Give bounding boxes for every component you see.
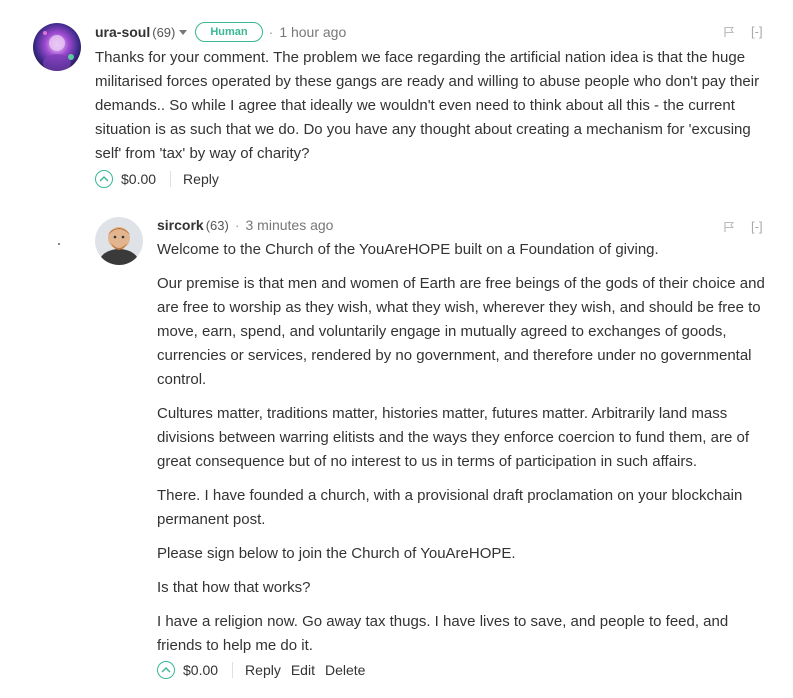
reply-link[interactable]: Reply <box>245 662 281 678</box>
separator-dot: · <box>268 24 274 40</box>
comment-body: Thanks for your comment. The problem we … <box>95 46 775 176</box>
comment-tools: [-] <box>723 24 763 39</box>
comment-paragraph: Welcome to the Church of the YouAreHOPE … <box>157 241 659 258</box>
comment-meta: ura-soul (69) Human · 1 hour ago <box>95 22 346 42</box>
payout-value[interactable]: $0.00 <box>183 662 218 678</box>
avatar[interactable] <box>95 217 143 265</box>
human-badge: Human <box>195 22 263 42</box>
comment-footer: $0.00 Reply Edit Delete <box>157 661 375 679</box>
comment-ura-soul: ura-soul (69) Human · 1 hour ago [-] Tha… <box>0 0 793 200</box>
divider <box>232 662 234 678</box>
reputation: (69) <box>152 24 176 40</box>
comment-paragraph: Cultures matter, traditions matter, hist… <box>157 405 749 470</box>
collapse-toggle[interactable]: [-] <box>751 219 763 234</box>
comment-paragraph: There. I have founded a church, with a p… <box>157 487 743 528</box>
separator-dot: · <box>234 217 240 233</box>
comment-paragraph: Our premise is that men and women of Ear… <box>157 275 765 388</box>
reply-link[interactable]: Reply <box>183 171 219 187</box>
divider <box>170 171 172 187</box>
comment-paragraph: Please sign below to join the Church of … <box>157 545 516 562</box>
payout-value[interactable]: $0.00 <box>121 171 156 187</box>
collapse-toggle[interactable]: [-] <box>751 24 763 39</box>
chevron-down-icon[interactable] <box>179 29 188 35</box>
flag-icon[interactable] <box>723 26 735 38</box>
avatar[interactable] <box>33 23 81 71</box>
dot-marker <box>58 243 60 245</box>
delete-link[interactable]: Delete <box>325 662 365 678</box>
edit-link[interactable]: Edit <box>291 662 315 678</box>
flag-icon[interactable] <box>723 221 735 233</box>
comment-tools: [-] <box>723 219 763 234</box>
comment-meta: sircork (63) · 3 minutes ago <box>157 217 333 233</box>
comment-paragraph: Is that how that works? <box>157 579 311 596</box>
comment-paragraph: Thanks for your comment. The problem we … <box>95 49 760 162</box>
upvote-icon[interactable] <box>95 170 113 188</box>
timestamp[interactable]: 1 hour ago <box>279 24 346 40</box>
author-name[interactable]: ura-soul <box>95 24 150 40</box>
comment-sircork: sircork (63) · 3 minutes ago [-] Welcome… <box>0 200 793 698</box>
reputation: (63) <box>205 217 229 233</box>
timestamp[interactable]: 3 minutes ago <box>246 217 334 233</box>
comment-body: Welcome to the Church of the YouAreHOPE … <box>157 238 775 668</box>
comment-footer: $0.00 Reply <box>95 170 229 188</box>
comment-paragraph: I have a religion now. Go away tax thugs… <box>157 613 729 654</box>
author-name[interactable]: sircork <box>157 217 204 233</box>
upvote-icon[interactable] <box>157 661 175 679</box>
